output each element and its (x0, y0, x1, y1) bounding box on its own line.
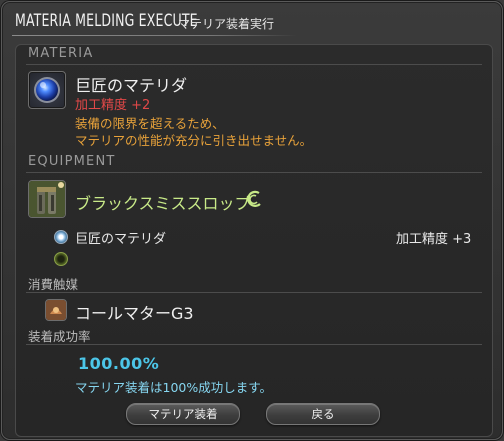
blue-materia-orb-icon (34, 77, 60, 103)
success-rate-heading: 装着成功率 (28, 329, 91, 344)
title-underline (12, 35, 297, 36)
crafter-gear-icon (247, 190, 261, 207)
success-rate-value: 100.00% (78, 354, 160, 373)
materia-divider (26, 64, 482, 65)
equipment-divider (26, 172, 482, 173)
materia-slot-1-filled[interactable] (54, 230, 68, 244)
slot-1-stat: 加工精度 +3 (396, 232, 472, 247)
gear-badge-dot (58, 182, 64, 188)
materia-melding-window: MATERIA MELDING EXECUTE マテリア装着実行 MATERIA… (1, 1, 503, 440)
equipment-icon[interactable] (28, 180, 66, 218)
materia-slot-2-empty[interactable] (54, 252, 68, 266)
materia-name: 巨匠のマテリダ (75, 76, 188, 95)
catalyst-section-heading: 消費触媒 (28, 277, 79, 292)
materia-warning-line1: 装備の限界を超えるため、 (75, 116, 225, 131)
success-rate-message: マテリア装着は100%成功します。 (75, 380, 272, 395)
window-subtitle: マテリア装着実行 (178, 17, 275, 31)
materia-icon[interactable] (28, 71, 66, 109)
materia-section-heading: MATERIA (28, 46, 94, 61)
back-button[interactable]: 戻る (266, 403, 380, 425)
slot-1-materia-name: 巨匠のマテリダ (75, 232, 167, 247)
equipment-section-heading: EQUIPMENT (28, 154, 116, 169)
equipment-name: ブラックスミススロップ (75, 194, 251, 213)
catalyst-icon[interactable] (45, 299, 67, 321)
materia-warning-line2: マテリアの性能が充分に引き出せません。 (75, 133, 313, 148)
catalyst-divider (26, 292, 482, 293)
window-title: MATERIA MELDING EXECUTE (15, 11, 198, 31)
meld-materia-button[interactable]: マテリア装着 (126, 403, 240, 425)
catalyst-name: コールマターG3 (75, 304, 194, 323)
title-bar[interactable]: MATERIA MELDING EXECUTE マテリア装着実行 (2, 2, 502, 40)
materia-bonus: 加工精度 +2 (75, 98, 151, 113)
success-divider (26, 344, 482, 345)
coal-matter-icon (46, 300, 66, 320)
